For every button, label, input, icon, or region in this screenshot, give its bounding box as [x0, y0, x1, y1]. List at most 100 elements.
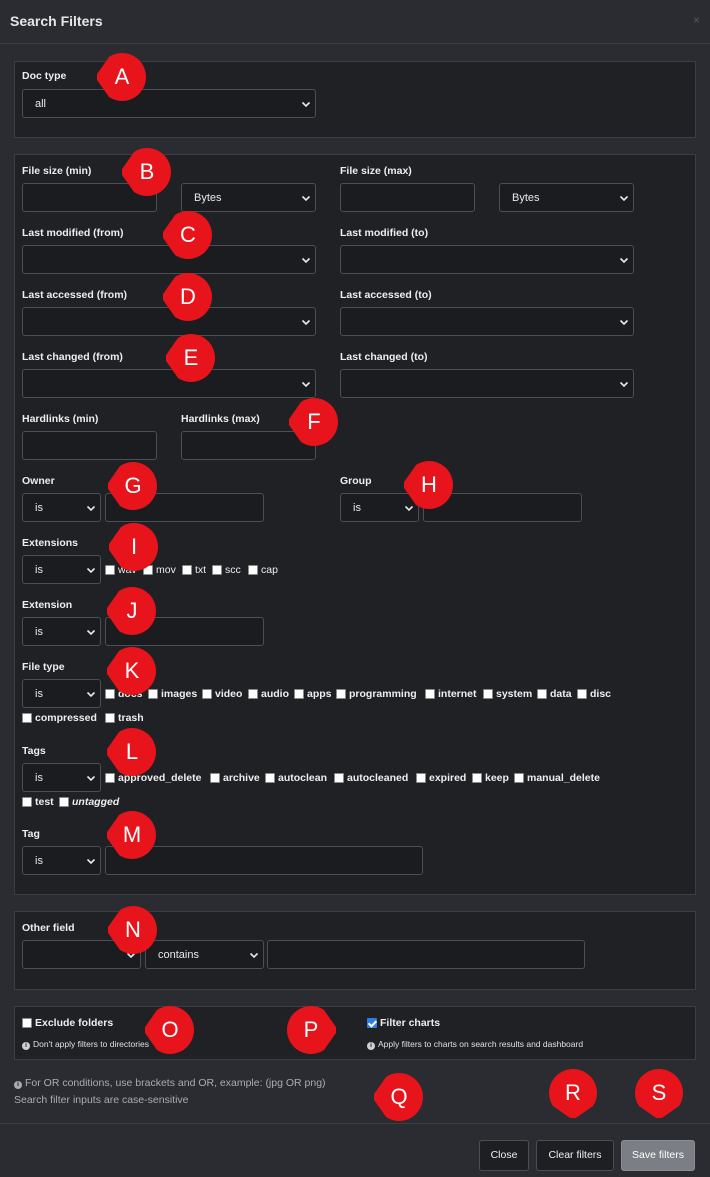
or-conditions-note: i For OR conditions, use brackets and OR,…: [14, 1077, 326, 1089]
checkbox-checked-icon[interactable]: [367, 1018, 377, 1028]
filter-charts-checkbox[interactable]: Filter charts: [367, 1017, 440, 1029]
tag-option-autoclean[interactable]: autoclean: [265, 772, 327, 784]
file-size-min-label: File size (min): [22, 165, 92, 177]
tag-option-archive[interactable]: archive: [210, 772, 260, 784]
file-type-option-data[interactable]: data: [537, 688, 572, 700]
checkbox-icon[interactable]: [248, 689, 258, 699]
checkbox-icon[interactable]: [22, 797, 32, 807]
file-size-max-label: File size (max): [340, 165, 412, 177]
tag-option-keep[interactable]: keep: [472, 772, 509, 784]
last-modified-to-select[interactable]: [340, 245, 634, 274]
group-operator-value: is: [353, 502, 361, 514]
checkbox-icon[interactable]: [537, 689, 547, 699]
marker-a: A: [97, 52, 147, 102]
chevron-down-icon: [619, 381, 629, 388]
file-type-option-apps[interactable]: apps: [294, 688, 332, 700]
file-type-option-video[interactable]: video: [202, 688, 242, 700]
close-button[interactable]: Close: [479, 1140, 529, 1171]
last-modified-to-label: Last modified (to): [340, 227, 429, 239]
file-type-option-trash[interactable]: trash: [105, 712, 144, 724]
checkbox-icon[interactable]: [248, 565, 258, 575]
marker-n: N: [108, 905, 158, 955]
filter-charts-hint: i Apply filters to charts on search resul…: [367, 1039, 583, 1050]
extension-operator-select[interactable]: is: [22, 617, 101, 646]
file-size-max-input[interactable]: [340, 183, 475, 212]
checkbox-icon[interactable]: [483, 689, 493, 699]
checkbox-icon[interactable]: [59, 797, 69, 807]
checkbox-icon[interactable]: [334, 773, 344, 783]
checkbox-icon[interactable]: [22, 1018, 32, 1028]
marker-b: B: [122, 147, 172, 197]
checkbox-icon[interactable]: [294, 689, 304, 699]
checkbox-icon[interactable]: [202, 689, 212, 699]
doc-type-select[interactable]: all: [22, 89, 316, 118]
checkbox-icon[interactable]: [416, 773, 426, 783]
tag-operator-value: is: [35, 855, 43, 867]
file-size-max-unit-value: Bytes: [512, 192, 540, 204]
owner-operator-select[interactable]: is: [22, 493, 101, 522]
tag-option-manual-delete[interactable]: manual_delete: [514, 772, 600, 784]
checkbox-icon[interactable]: [577, 689, 587, 699]
checkbox-icon[interactable]: [514, 773, 524, 783]
extension-option-cap[interactable]: cap: [248, 564, 278, 576]
tag-option-untagged[interactable]: untagged: [59, 796, 119, 808]
marker-c: C: [163, 210, 213, 260]
last-accessed-to-select[interactable]: [340, 307, 634, 336]
checkbox-icon[interactable]: [472, 773, 482, 783]
tag-option-expired[interactable]: expired: [416, 772, 466, 784]
chevron-down-icon: [301, 195, 311, 202]
file-type-operator-select[interactable]: is: [22, 679, 101, 708]
extension-operator-value: is: [35, 626, 43, 638]
other-field-operator-select[interactable]: contains: [145, 940, 264, 969]
checkbox-icon[interactable]: [182, 565, 192, 575]
clear-filters-button[interactable]: Clear filters: [536, 1140, 614, 1171]
extensions-operator-select[interactable]: is: [22, 555, 101, 584]
file-type-option-audio[interactable]: audio: [248, 688, 289, 700]
tag-option-test[interactable]: test: [22, 796, 54, 808]
tags-operator-select[interactable]: is: [22, 763, 101, 792]
checkbox-icon[interactable]: [22, 713, 32, 723]
file-type-option-programming[interactable]: programming: [336, 688, 417, 700]
last-accessed-to-label: Last accessed (to): [340, 289, 432, 301]
extension-option-scc[interactable]: scc: [212, 564, 241, 576]
chevron-down-icon: [86, 858, 96, 865]
chevron-down-icon: [619, 195, 629, 202]
checkbox-icon[interactable]: [212, 565, 222, 575]
file-type-option-disc[interactable]: disc: [577, 688, 611, 700]
exclude-folders-checkbox[interactable]: Exclude folders: [22, 1017, 113, 1029]
marker-g: G: [108, 461, 158, 511]
other-field-value-input[interactable]: [267, 940, 585, 969]
marker-d: D: [163, 272, 213, 322]
tags-label: Tags: [22, 745, 46, 757]
last-changed-to-select[interactable]: [340, 369, 634, 398]
file-type-option-compressed[interactable]: compressed: [22, 712, 97, 724]
chevron-down-icon: [619, 319, 629, 326]
extensions-label: Extensions: [22, 537, 79, 549]
dialog-header: Search Filters ×: [0, 0, 710, 44]
checkbox-icon[interactable]: [425, 689, 435, 699]
checkbox-icon[interactable]: [336, 689, 346, 699]
doc-type-value: all: [35, 98, 47, 110]
info-icon: i: [367, 1042, 375, 1050]
chevron-down-icon: [86, 775, 96, 782]
file-size-max-unit-select[interactable]: Bytes: [499, 183, 634, 212]
marker-m: M: [107, 810, 157, 860]
marker-s: S: [634, 1068, 684, 1118]
checkbox-icon[interactable]: [105, 713, 115, 723]
marker-o: O: [145, 1005, 195, 1055]
last-accessed-from-label: Last accessed (from): [22, 289, 128, 301]
checkbox-icon[interactable]: [210, 773, 220, 783]
tag-option-autocleaned[interactable]: autocleaned: [334, 772, 408, 784]
close-icon[interactable]: ×: [693, 13, 700, 27]
checkbox-icon[interactable]: [265, 773, 275, 783]
info-icon: i: [22, 1042, 30, 1050]
hardlinks-min-input[interactable]: [22, 431, 157, 460]
extension-option-txt[interactable]: txt: [182, 564, 206, 576]
save-filters-button[interactable]: Save filters: [621, 1140, 695, 1171]
group-label: Group: [340, 475, 372, 487]
file-size-min-unit-select[interactable]: Bytes: [181, 183, 316, 212]
tag-label: Tag: [22, 828, 40, 840]
tag-operator-select[interactable]: is: [22, 846, 101, 875]
file-type-option-system[interactable]: system: [483, 688, 532, 700]
file-type-option-internet[interactable]: internet: [425, 688, 477, 700]
